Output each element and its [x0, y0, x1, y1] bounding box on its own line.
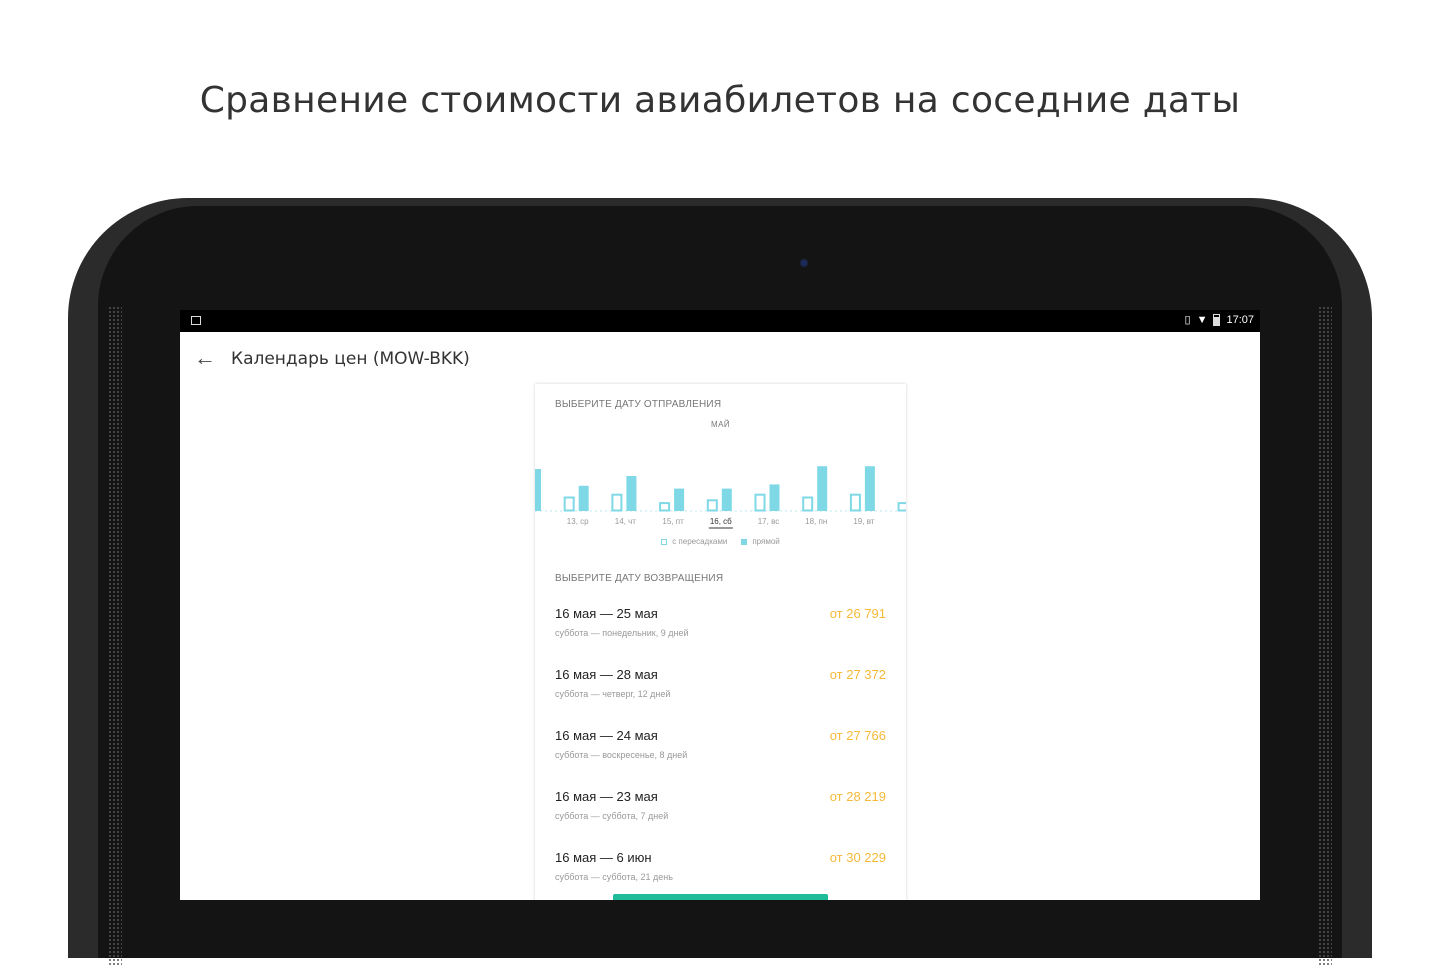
return-details: суббота — четверг, 12 дней	[555, 689, 671, 699]
chart-tick-label: 14, чт	[615, 517, 637, 526]
return-details: суббота — суббота, 21 день	[555, 872, 673, 882]
return-route: 16 мая — 24 мая	[555, 728, 658, 743]
status-bar: ▯ ▼ 17:07	[180, 310, 1260, 332]
chart-tick-label: 17, вс	[758, 517, 780, 526]
wifi-icon: ▼	[1196, 313, 1208, 326]
return-details: суббота — суббота, 7 дней	[555, 811, 669, 821]
bar-direct	[674, 488, 685, 511]
right-speaker-grille	[1318, 306, 1332, 966]
bar-transfer	[849, 493, 861, 512]
legend-swatch-outline	[661, 539, 668, 545]
bar-direct	[817, 466, 828, 511]
page-headline: Сравнение стоимости авиабилетов на сосед…	[199, 80, 1241, 121]
chart-tick-label: 15, пт	[662, 517, 684, 526]
status-time: 17:07	[1226, 313, 1254, 326]
legend-swatch-filled	[741, 539, 748, 545]
bar-transfer	[659, 502, 671, 512]
bar-transfer	[611, 493, 623, 512]
app-screen: ▯ ▼ 17:07 ← Календарь цен (MOW-BKK) ВЫБЕ…	[180, 310, 1260, 900]
status-icons: ▯ ▼ 17:07	[1185, 313, 1254, 326]
image-notification-icon	[191, 316, 201, 325]
bar-direct	[864, 466, 875, 511]
toolbar-title: Календарь цен (MOW-BKK)	[231, 349, 470, 369]
legend-label-transfer: с пересадками	[672, 537, 728, 546]
return-section-label: ВЫБЕРИТЕ ДАТУ ВОЗВРАЩЕНИЯ	[555, 573, 724, 584]
bar-direct	[769, 484, 780, 511]
return-option[interactable]: 16 мая — 28 мая от 27 372 суббота — четв…	[555, 667, 886, 728]
return-route: 16 мая — 25 мая	[555, 606, 658, 621]
bar-transfer	[754, 493, 766, 512]
chart-tick-label: 18, пн	[805, 517, 827, 526]
month-label: МАЙ	[711, 420, 730, 429]
return-price: от 27 372	[829, 667, 886, 682]
return-route: 16 мая — 23 мая	[555, 789, 658, 804]
return-price: от 26 791	[829, 606, 886, 621]
bar-transfer	[802, 496, 814, 512]
return-option[interactable]: 16 мая — 24 мая от 27 766 суббота — воск…	[555, 728, 886, 789]
chart-tick-label: 13, ср	[567, 517, 589, 526]
chart-tick-label: 19, вт	[853, 517, 874, 526]
bar-transfer	[563, 496, 575, 512]
bar-transfer	[897, 502, 906, 512]
departure-section-label: ВЫБЕРИТЕ ДАТУ ОТПРАВЛЕНИЯ	[555, 399, 722, 410]
bar-direct	[578, 485, 589, 511]
return-price: от 30 229	[829, 850, 886, 865]
legend-label-direct: прямой	[752, 537, 780, 546]
price-calendar-card: ВЫБЕРИТЕ ДАТУ ОТПРАВЛЕНИЯ МАЙ вт13, ср14…	[535, 384, 906, 900]
chart-legend: с пересадками прямой	[535, 537, 906, 546]
chart-tick-label: 16, сб	[710, 517, 732, 526]
legend-item-transfer: с пересадками	[661, 537, 727, 546]
return-option[interactable]: 16 мая — 6 июн от 30 229 суббота — суббо…	[555, 850, 886, 900]
return-price: от 27 766	[829, 728, 886, 743]
battery-icon	[1213, 313, 1221, 326]
front-camera	[801, 260, 807, 266]
legend-item-direct: прямой	[741, 537, 780, 546]
app-toolbar: ← Календарь цен (MOW-BKK)	[180, 332, 1260, 386]
return-route: 16 мая — 28 мая	[555, 667, 658, 682]
return-option[interactable]: 16 мая — 25 мая от 26 791 суббота — поне…	[555, 606, 886, 667]
back-arrow-icon[interactable]: ←	[194, 346, 216, 370]
return-option[interactable]: 16 мая — 23 мая от 28 219 суббота — субб…	[555, 789, 886, 850]
departure-price-chart[interactable]: вт13, ср14, чт15, пт16, сб17, вс18, пн19…	[535, 444, 906, 534]
return-details: суббота — понедельник, 9 дней	[555, 628, 689, 638]
bar-direct	[721, 488, 732, 511]
return-details: суббота — воскресенье, 8 дней	[555, 750, 688, 760]
return-price: от 28 219	[829, 789, 886, 804]
vibrate-icon: ▯	[1184, 314, 1191, 326]
bar-direct	[535, 469, 541, 511]
action-button[interactable]	[613, 894, 828, 900]
bar-direct	[626, 476, 637, 511]
left-speaker-grille	[108, 306, 122, 966]
return-route: 16 мая — 6 июн	[555, 850, 652, 865]
bar-transfer	[706, 499, 718, 512]
